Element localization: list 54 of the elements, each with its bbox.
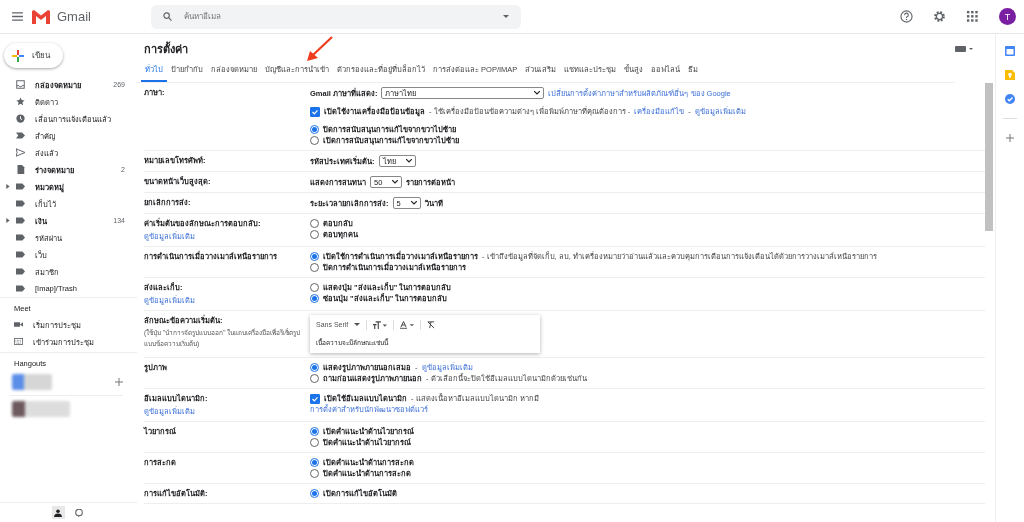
- caret-icon[interactable]: [6, 184, 10, 189]
- document-icon: [16, 165, 25, 174]
- radio-button[interactable]: [310, 252, 319, 261]
- radio-button[interactable]: [310, 427, 319, 436]
- annotation-arrow: [304, 36, 334, 62]
- app-name: Gmail: [57, 9, 91, 24]
- caret-icon[interactable]: [6, 218, 10, 223]
- radio-button[interactable]: [310, 489, 319, 498]
- search-input[interactable]: ค้นหาอีเมล: [182, 11, 493, 22]
- blurred-contact[interactable]: [12, 374, 52, 390]
- apps-grid-icon[interactable]: [966, 10, 979, 23]
- scrollbar-thumb[interactable]: [985, 83, 993, 231]
- page-title: การตั้งค่า: [144, 40, 188, 57]
- inbox-icon: [16, 80, 25, 89]
- keyboard-icon: [14, 337, 23, 346]
- text-color-icon[interactable]: [400, 320, 415, 329]
- calendar-icon[interactable]: [1005, 46, 1015, 56]
- checkbox[interactable]: [310, 393, 320, 404]
- radio-button[interactable]: [310, 125, 319, 134]
- video-camera-icon: [14, 320, 23, 329]
- radio-button[interactable]: [310, 294, 319, 303]
- contacts-tab[interactable]: [51, 506, 65, 519]
- person-icon: [54, 508, 62, 517]
- text-size-icon[interactable]: [373, 320, 388, 329]
- send-icon: [16, 148, 25, 157]
- caret-icon: [410, 201, 417, 205]
- checkbox[interactable]: [310, 106, 320, 117]
- search-icon[interactable]: [163, 12, 172, 21]
- tag-arrow-icon: [16, 131, 25, 140]
- caret-icon: [405, 159, 412, 163]
- search-field[interactable]: ค้นหาอีเมล: [151, 4, 521, 29]
- checkmark-circle-icon[interactable]: [1005, 94, 1015, 104]
- caret-icon: [392, 180, 399, 184]
- star-icon: [16, 97, 25, 106]
- speech-bubble-icon: [75, 508, 83, 517]
- add-icon[interactable]: [115, 378, 123, 386]
- remove-formatting-icon[interactable]: [427, 320, 436, 329]
- radio-button[interactable]: [310, 458, 319, 467]
- keyboard-icon[interactable]: [955, 45, 973, 52]
- avatar[interactable]: T: [999, 8, 1016, 25]
- envelope-logo-icon: [31, 9, 51, 24]
- settings-icon[interactable]: [933, 10, 946, 23]
- caret-icon[interactable]: [503, 15, 509, 18]
- compose-button[interactable]: เขียน: [4, 43, 63, 68]
- clock-icon: [16, 114, 25, 123]
- menu-icon[interactable]: [12, 12, 23, 21]
- chat-tab[interactable]: [72, 506, 86, 519]
- caret-icon: [534, 91, 541, 95]
- plus-icon: [12, 49, 24, 62]
- caret-icon: [354, 322, 361, 327]
- blurred-contact[interactable]: [12, 401, 70, 417]
- add-icon[interactable]: [1005, 133, 1015, 143]
- help-icon[interactable]: [900, 10, 913, 23]
- radio-button[interactable]: [310, 363, 319, 372]
